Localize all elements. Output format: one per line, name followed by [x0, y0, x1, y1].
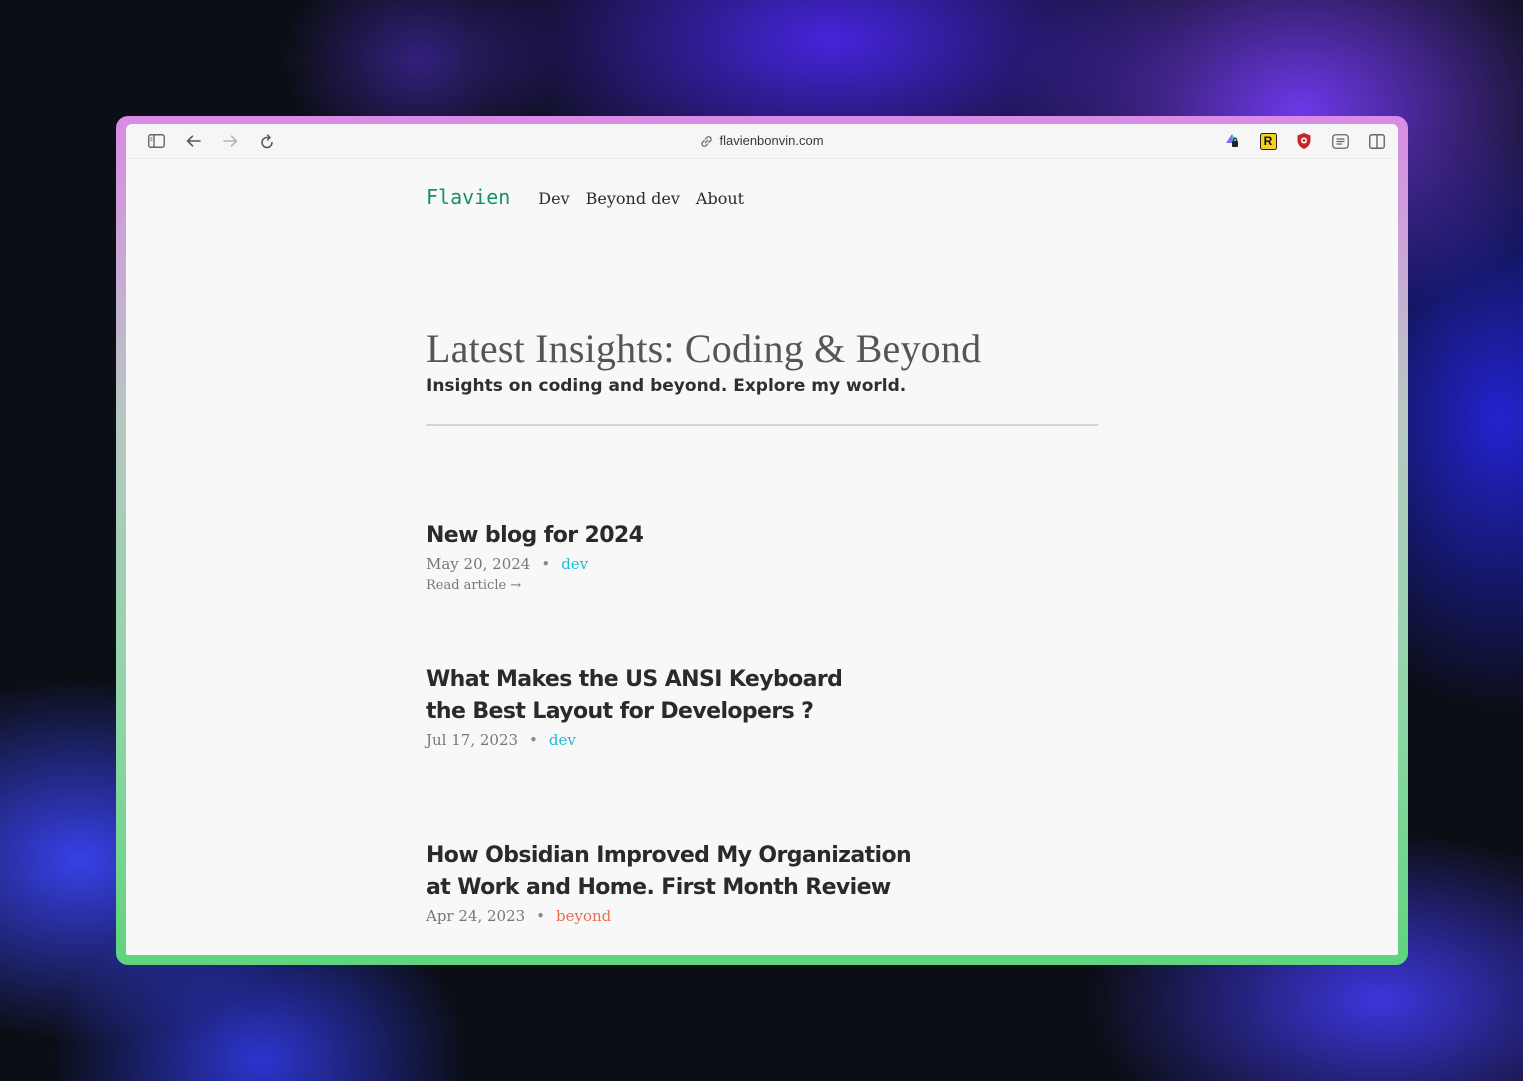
site-nav: Flavien Dev Beyond dev About — [426, 185, 760, 215]
extension-shield-icon[interactable] — [1295, 132, 1313, 150]
url-text: flavienbonvin.com — [719, 133, 824, 148]
nav-link-about[interactable]: About — [696, 189, 744, 208]
split-view-icon[interactable] — [1368, 132, 1386, 150]
browser-window-frame: flavienbonvin.com R Flavien Dev Beyond d… — [116, 116, 1408, 965]
post-title-line: at Work and Home. First Month Review — [426, 875, 891, 900]
nav-link-dev[interactable]: Dev — [538, 189, 569, 208]
extension-r-letter: R — [1263, 134, 1273, 148]
post-title-link[interactable]: How Obsidian Improved My Organization at… — [426, 840, 912, 904]
post-meta: May 20, 2024 • dev — [426, 552, 643, 576]
post-meta: Apr 24, 2023 • beyond — [426, 904, 911, 928]
post-meta: Jul 17, 2023 • dev — [426, 728, 842, 752]
meta-separator: • — [541, 555, 551, 573]
post-title-line: How Obsidian Improved My Organization — [426, 843, 912, 868]
page-subtitle: Insights on coding and beyond. Explore m… — [426, 376, 907, 396]
post-item: How Obsidian Improved My Organization at… — [426, 840, 912, 928]
header-divider — [426, 424, 1098, 426]
meta-separator: • — [536, 907, 546, 925]
page-title: Latest Insights: Coding & Beyond — [426, 326, 982, 371]
post-tag-link[interactable]: dev — [549, 731, 576, 749]
post-title-link[interactable]: New blog for 2024 — [426, 520, 644, 552]
post-date: Jul 17, 2023 — [426, 731, 519, 749]
address-bar[interactable]: flavienbonvin.com — [126, 133, 1398, 151]
link-icon — [700, 135, 713, 151]
post-title-line: the Best Layout for Developers ? — [426, 699, 814, 724]
extension-r-icon[interactable]: R — [1259, 132, 1277, 150]
post-tag-link[interactable]: beyond — [556, 907, 611, 925]
post-title-link[interactable]: What Makes the US ANSI Keyboard the Best… — [426, 664, 843, 728]
web-page: Flavien Dev Beyond dev About Latest Insi… — [126, 159, 1398, 955]
post-date: Apr 24, 2023 — [426, 907, 526, 925]
post-item: New blog for 2024 May 20, 2024 • dev Read … — [426, 520, 644, 596]
browser-window: flavienbonvin.com R Flavien Dev Beyond d… — [126, 124, 1398, 955]
read-article-link[interactable]: Read article → — [426, 576, 521, 596]
reader-icon[interactable] — [1331, 132, 1349, 150]
site-brand-link[interactable]: Flavien — [426, 185, 510, 209]
post-title-line: What Makes the US ANSI Keyboard — [426, 667, 843, 692]
browser-toolbar: flavienbonvin.com R — [126, 124, 1398, 159]
post-tag-link[interactable]: dev — [561, 555, 588, 573]
meta-separator: • — [529, 731, 538, 749]
post-title-line: New blog for 2024 — [426, 523, 644, 548]
nav-link-beyond-dev[interactable]: Beyond dev — [586, 189, 680, 208]
post-item: What Makes the US ANSI Keyboard the Best… — [426, 664, 843, 752]
post-date: May 20, 2024 — [426, 555, 531, 573]
extension-lock-icon[interactable] — [1223, 132, 1241, 150]
